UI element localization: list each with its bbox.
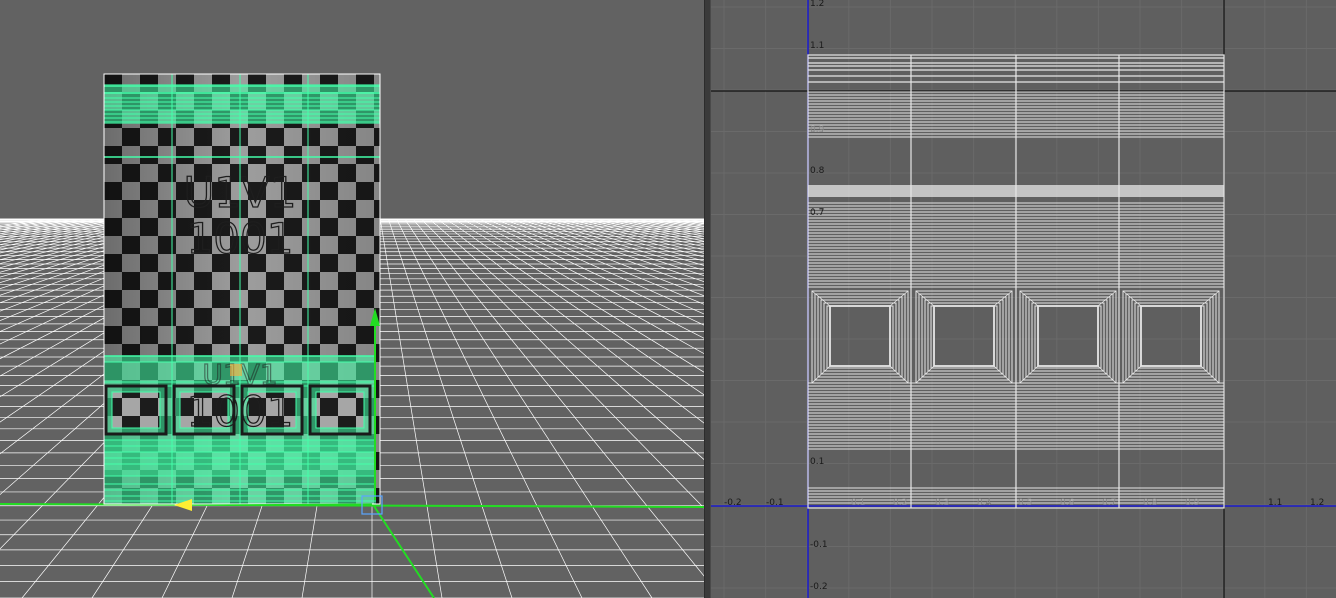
tick-v-1.1: 1.1: [810, 41, 824, 51]
viewport-canvas[interactable]: U1V1 1001 1001: [0, 0, 704, 598]
uv-shells[interactable]: [807, 54, 1225, 509]
tick-u-0.3: 0.3: [935, 498, 949, 508]
uv-canvas[interactable]: -0.2 -0.1 0.1 0.2 0.3 0.4 0.5 0.6 0.7 0.…: [711, 0, 1336, 598]
tick-u-neg0.2: -0.2: [724, 498, 742, 508]
tick-u-0.8: 0.8: [1143, 498, 1158, 508]
tick-u-1.1: 1.1: [1268, 498, 1282, 508]
wall-mesh[interactable]: U1V1 1001 1001: [103, 73, 381, 505]
tick-v-0.9: 0.9: [810, 125, 825, 135]
tick-v-neg0.1: -0.1: [810, 540, 828, 550]
panel-splitter[interactable]: [704, 0, 711, 598]
tick-u-neg0.1: -0.1: [766, 498, 784, 508]
tick-v-neg0.2: -0.2: [810, 582, 828, 592]
tick-v-0.8: 0.8: [810, 166, 825, 176]
tick-u-0.7: 0.7: [1102, 498, 1116, 508]
tick-u-1.2: 1.2: [1310, 498, 1324, 508]
perspective-viewport[interactable]: U1V1 1001 1001: [0, 0, 704, 598]
tick-u-0.5: 0.5: [1018, 498, 1032, 508]
tick-u-0.1: 0.1: [851, 498, 865, 508]
world-z-axis: [371, 502, 435, 598]
tick-v-0.7: 0.7: [810, 208, 824, 218]
tick-v-0.1: 0.1: [810, 457, 824, 467]
uv-editor-panel[interactable]: -0.2 -0.1 0.1 0.2 0.3 0.4 0.5 0.6 0.7 0.…: [711, 0, 1336, 598]
tick-u-0.2: 0.2: [893, 498, 907, 508]
tick-v-1.2: 1.2: [810, 0, 824, 9]
tick-u-0.6: 0.6: [1060, 498, 1075, 508]
tick-u-0.4: 0.4: [977, 498, 992, 508]
tick-u-0.9: 0.9: [1185, 498, 1200, 508]
